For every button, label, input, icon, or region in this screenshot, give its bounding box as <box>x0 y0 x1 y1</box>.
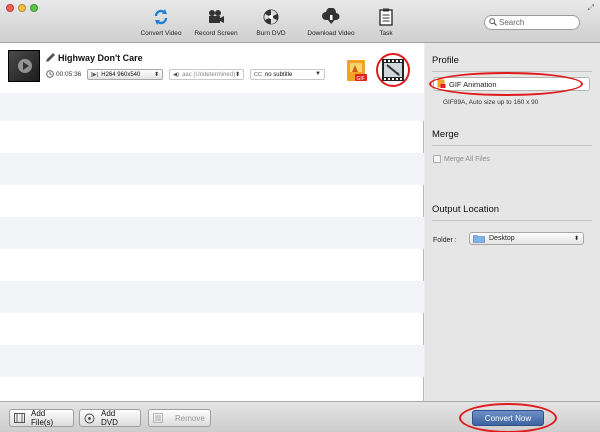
remove-label: Remove <box>175 413 205 423</box>
clipboard-icon <box>372 7 400 27</box>
play-icon <box>18 59 32 73</box>
divider <box>432 220 592 221</box>
list-row-stripe <box>0 345 424 377</box>
video-track-value: H264 960x540 <box>101 71 141 78</box>
bottom-bar: Add File(s) Add DVD Remove Convert Now <box>0 401 600 432</box>
record-screen-button[interactable]: Record Screen <box>191 7 241 39</box>
zoom-window-button[interactable] <box>30 4 38 12</box>
list-row-stripe <box>0 217 424 249</box>
clock-icon <box>46 70 54 80</box>
task-label: Task <box>379 30 393 37</box>
add-files-label: Add File(s) <box>31 409 54 427</box>
convert-now-button[interactable]: Convert Now <box>472 410 544 426</box>
burn-dvd-label: Burn DVD <box>256 30 286 37</box>
audio-speaker-icon: ◀) <box>173 71 180 78</box>
convert-video-button[interactable]: Convert Video <box>136 7 186 39</box>
search-icon <box>489 17 497 28</box>
audio-track-value: aac (Undetermined) <box>182 71 236 78</box>
profile-select[interactable]: GIF Animation <box>433 77 590 91</box>
cloud-download-icon <box>302 7 360 27</box>
output-location-heading: Output Location <box>432 204 500 215</box>
download-video-label: Download Video <box>307 30 355 37</box>
chevron-updown-icon: ⬍ <box>573 236 579 242</box>
gif-format-icon[interactable]: GIF <box>346 59 368 83</box>
file-list[interactable]: Highway Don't Care 00:05:36 [▶] H264 960… <box>0 43 424 401</box>
divider <box>432 145 592 146</box>
video-thumbnail[interactable] <box>8 50 40 82</box>
video-track-select[interactable]: [▶] H264 960x540 ⬍ <box>87 69 163 80</box>
remove-button[interactable]: Remove <box>148 409 211 427</box>
chevron-updown-icon: ⬍ <box>234 72 240 78</box>
refresh-icon <box>136 7 186 27</box>
record-screen-label: Record Screen <box>194 30 238 37</box>
list-item[interactable]: Highway Don't Care 00:05:36 [▶] H264 960… <box>0 43 424 93</box>
video-track-icon: [▶] <box>91 71 99 78</box>
divider <box>432 71 592 72</box>
gif-profile-icon <box>437 79 446 89</box>
chevron-updown-icon: ⬍ <box>153 72 159 78</box>
disc-icon <box>251 7 291 27</box>
convert-video-label: Convert Video <box>140 30 182 37</box>
dvd-add-icon <box>84 413 95 424</box>
file-title: Highway Don't Care <box>58 53 143 63</box>
remove-list-icon <box>153 413 163 423</box>
convert-now-label: Convert Now <box>484 413 532 423</box>
search-input[interactable]: Search <box>484 15 580 30</box>
subtitle-cc-icon: CC <box>254 71 262 78</box>
list-row-stripe <box>0 281 424 313</box>
edit-pencil-icon[interactable] <box>45 52 56 65</box>
list-row-stripe <box>0 153 424 185</box>
task-button[interactable]: Task <box>372 7 400 39</box>
svg-text:GIF: GIF <box>357 76 365 82</box>
merge-all-label: Merge All Files <box>444 155 490 163</box>
chevron-down-icon: ▼ <box>315 71 321 77</box>
title-toolbar: ⤢ Convert Video Record Screen Burn DVD D… <box>0 0 600 43</box>
close-window-button[interactable] <box>6 4 14 12</box>
film-add-icon <box>14 413 25 423</box>
subtitle-value: no subtitle <box>264 71 293 78</box>
fullscreen-icon[interactable]: ⤢ <box>588 3 594 13</box>
add-dvd-button[interactable]: Add DVD <box>79 409 141 427</box>
film-edit-icon[interactable] <box>381 58 405 82</box>
profile-description: GIF89A, Auto size up to 160 x 90 <box>443 99 539 106</box>
folder-value: Desktop <box>489 235 515 242</box>
minimize-window-button[interactable] <box>18 4 26 12</box>
checkbox-box[interactable] <box>433 155 441 163</box>
settings-panel: Profile GIF Animation GIF89A, Auto size … <box>425 43 600 401</box>
folder-select[interactable]: Desktop ⬍ <box>469 232 584 245</box>
audio-track-select[interactable]: ◀) aac (Undetermined) ⬍ <box>169 69 244 80</box>
burn-dvd-button[interactable]: Burn DVD <box>251 7 291 39</box>
window-controls <box>6 4 38 12</box>
profile-heading: Profile <box>432 55 459 66</box>
camera-icon <box>191 7 241 27</box>
download-video-button[interactable]: Download Video <box>302 7 360 39</box>
folder-icon <box>473 234 485 243</box>
merge-heading: Merge <box>432 129 459 140</box>
list-row-stripe <box>0 89 424 121</box>
folder-label: Folder : <box>433 237 457 244</box>
add-files-button[interactable]: Add File(s) <box>9 409 74 427</box>
profile-value: GIF Animation <box>449 79 497 89</box>
merge-all-checkbox[interactable]: Merge All Files <box>433 155 490 163</box>
search-placeholder: Search <box>499 18 525 27</box>
subtitle-select[interactable]: CC no subtitle ▼ <box>250 69 325 80</box>
file-duration: 00:05:36 <box>56 71 82 78</box>
add-dvd-label: Add DVD <box>101 409 118 427</box>
